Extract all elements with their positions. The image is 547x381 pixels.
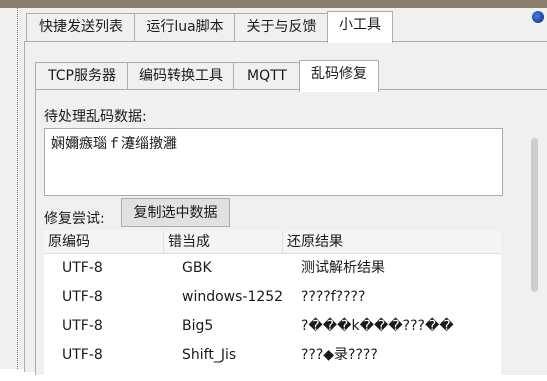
tab-garbled-repair[interactable]: 乱码修复 [299,60,379,92]
tab-mqtt[interactable]: MQTT [233,62,301,90]
repair-results-table: 原编码 错当成 还原结果 UTF-8 GBK 测试解析结果 UTF-8 wind… [44,231,501,381]
tools-panel: TCP服务器 编码转换工具 MQTT 乱码修复 待处理乱码数据: 娴嬭瘯瑙ｆ瀽缁… [24,41,547,381]
cell-original-encoding: UTF-8 [62,289,103,305]
globe-icon[interactable] [532,11,544,23]
column-header-mistaken-as[interactable]: 错当成 [164,231,283,253]
tab-encoding-converter[interactable]: 编码转换工具 [127,62,235,90]
repair-attempt-label: 修复尝试: [44,211,105,227]
vertical-scrollbar-thumb[interactable] [531,138,538,292]
cell-mistaken-as: GBK [182,260,212,276]
tab-label: MQTT [247,68,287,84]
cell-mistaken-as: Shift_Jis [182,347,237,363]
cell-original-encoding: UTF-8 [62,347,103,363]
tab-label: 运行lua脚本 [146,19,224,35]
column-header-restored-result[interactable]: 还原结果 [283,231,501,253]
tab-run-lua-script[interactable]: 运行lua脚本 [134,13,236,41]
garbled-data-value: 娴嬭瘯瑙ｆ瀽缁撴灉 [51,136,177,152]
cell-restored-result: 测试解析结果 [301,260,385,276]
cell-restored-result: ????f???? [301,289,366,305]
table-row[interactable]: UTF-8 GBK 测试解析结果 [44,254,501,283]
table-row[interactable]: UTF-8 Shift_Jis ???◆录???? [44,341,501,370]
tab-label: 小工具 [339,17,381,33]
main-frame: 快捷发送列表 运行lua脚本 关于与反馈 小工具 TCP服务器 编码转换工具 M… [18,8,547,381]
tab-about-feedback[interactable]: 关于与反馈 [234,13,329,41]
cell-restored-result: ?���k���???�� [301,318,454,334]
tab-label: 乱码修复 [311,66,367,82]
tab-label: TCP服务器 [48,68,116,84]
tab-label: 关于与反馈 [246,19,317,35]
garbled-data-input[interactable]: 娴嬭瘯瑙ｆ瀽缁撴灉 [44,128,503,196]
cell-mistaken-as: windows-1252 [182,289,284,305]
tab-tools[interactable]: 小工具 [327,11,393,43]
cell-mistaken-as: Big5 [182,318,214,334]
cell-restored-result: ???◆录???? [301,347,378,363]
column-header-original-encoding[interactable]: 原编码 [44,231,164,253]
table-row[interactable]: UTF-8 Big5 ?���k���???�� [44,312,501,341]
garbled-repair-panel: 待处理乱码数据: 娴嬭瘯瑙ｆ瀽缁撴灉 修复尝试: 复制选中数据 原编码 错当成 … [35,89,547,381]
copy-selected-button[interactable]: 复制选中数据 [121,198,230,227]
tab-label: 编码转换工具 [139,68,223,84]
cell-original-encoding: UTF-8 [62,318,103,334]
cell-original-encoding: UTF-8 [62,260,103,276]
table-row[interactable]: UTF-8 windows-1252 ????f???? [44,283,501,312]
table-header: 原编码 错当成 还原结果 [44,231,501,254]
garbled-data-label: 待处理乱码数据: [44,109,147,125]
tab-tcp-server[interactable]: TCP服务器 [35,62,129,90]
left-side-panel [0,8,18,369]
tab-label: 快捷发送列表 [39,19,123,35]
tab-quick-send-list[interactable]: 快捷发送列表 [26,13,136,41]
window-title-bar [0,0,547,8]
